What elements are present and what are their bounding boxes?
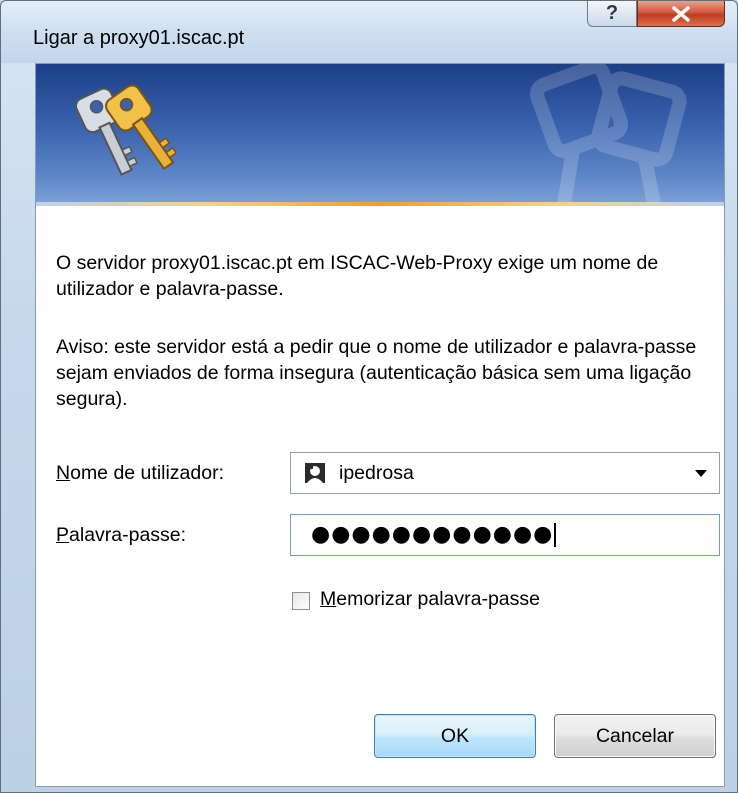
header-banner <box>36 64 724 206</box>
credentials-dialog: Ligar a proxy01.iscac.pt ? O servidor pr… <box>0 0 738 793</box>
dialog-body: O servidor proxy01.iscac.pt em ISCAC-Web… <box>35 63 725 787</box>
remember-password-label[interactable]: Memorizar palavra-passe <box>320 588 540 611</box>
keys-watermark-icon <box>529 64 687 204</box>
username-label: Nome de utilizador: <box>56 462 225 484</box>
banner-accent-line <box>36 202 724 206</box>
password-value: ●●●●●●●●●●●● <box>311 522 557 547</box>
cancel-button-label: Cancelar <box>595 724 675 747</box>
username-combobox[interactable]: ipedrosa <box>290 452 720 494</box>
keys-icon <box>75 84 176 176</box>
security-warning: Aviso: este servidor está a pedir que o … <box>56 336 697 410</box>
remember-password-checkbox[interactable] <box>292 592 310 610</box>
close-button[interactable] <box>637 1 725 27</box>
text-caret <box>554 523 557 547</box>
password-label: Palavra-passe: <box>56 524 187 546</box>
title-bar[interactable]: Ligar a proxy01.iscac.pt ? <box>1 1 737 63</box>
help-button[interactable]: ? <box>587 1 637 27</box>
ok-button-label: OK <box>440 724 470 747</box>
ok-button[interactable]: OK <box>374 714 536 758</box>
password-field[interactable]: ●●●●●●●●●●●● <box>290 514 720 556</box>
user-icon <box>305 463 325 483</box>
server-message: O servidor proxy01.iscac.pt em ISCAC-Web… <box>56 252 659 300</box>
username-value: ipedrosa <box>339 462 414 484</box>
chevron-down-icon[interactable] <box>695 470 707 477</box>
window-title: Ligar a proxy01.iscac.pt <box>33 27 245 49</box>
cancel-button[interactable]: Cancelar <box>554 714 716 758</box>
help-icon: ? <box>605 2 619 24</box>
close-icon <box>672 5 690 22</box>
